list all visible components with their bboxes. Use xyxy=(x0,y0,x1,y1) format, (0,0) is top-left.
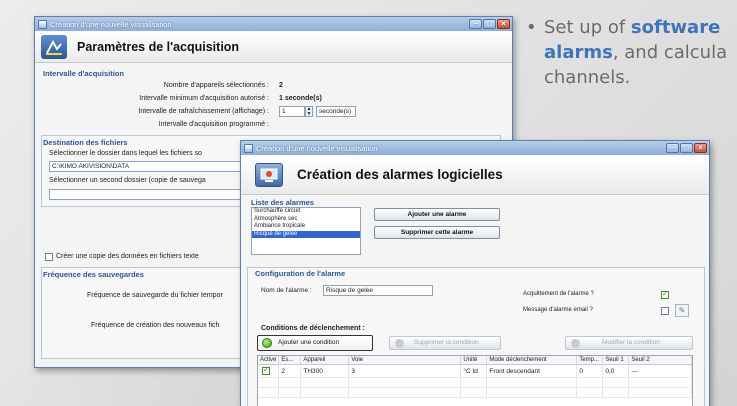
refresh-spinner[interactable]: ▲ ▼ xyxy=(305,106,313,117)
copy-text-label: Créer une copie des données en fichiers … xyxy=(56,253,199,260)
column-header[interactable]: Voie xyxy=(348,356,462,365)
minimize-button[interactable]: – xyxy=(469,19,482,29)
table-cell: 0 xyxy=(576,364,604,378)
table-cell: --- xyxy=(628,364,692,378)
maximize-button[interactable]: □ xyxy=(483,19,496,29)
active-cell[interactable] xyxy=(258,364,280,378)
min-interval-label: Intervalle minimum d'acquisition autoris… xyxy=(139,95,269,102)
files-destination-section: Destination des fichiers xyxy=(43,138,128,147)
second-folder-label: Sélectionner un second dossier (copie de… xyxy=(49,177,206,184)
app-icon xyxy=(38,19,47,29)
column-header[interactable]: Mode déclenchement xyxy=(486,356,578,365)
row-active-checkbox[interactable] xyxy=(262,365,270,375)
add-condition-label: Ajouter une condition xyxy=(278,339,340,346)
folder-label: Sélectionner le dossier dans lequel les … xyxy=(49,150,202,157)
bullet-line-2: alarms, and calcula xyxy=(544,41,727,65)
table-cell: 2 xyxy=(278,364,302,378)
trigger-conditions-section: Conditions de déclenchement : xyxy=(261,325,365,332)
alarm-list-item[interactable]: Atmosphère sec xyxy=(252,216,360,224)
second-folder-input[interactable] xyxy=(49,189,269,200)
column-header[interactable]: Temp... xyxy=(576,356,604,365)
alarm-list-section: Liste des alarmes xyxy=(251,198,314,207)
conditions-table: Active Es... Appareil Voie Unité Mode dé… xyxy=(257,355,693,406)
new-files-label: Fréquence de création des nouveaux fich xyxy=(91,322,220,329)
edit-condition-label: Modifier la condition xyxy=(602,339,660,346)
bullet-bold: alarms xyxy=(544,42,613,63)
close-button[interactable]: × xyxy=(694,143,707,153)
alarm-name-input[interactable]: Risque de gelée xyxy=(323,285,433,296)
acknowledge-label: Acquittement de l'alarme ? xyxy=(523,291,594,297)
column-header[interactable]: Es... xyxy=(278,356,302,365)
bullet-line-1: Set up of software xyxy=(544,16,720,40)
title-bar: Création d'une nouvelle visualisation – … xyxy=(241,141,709,155)
maximize-button[interactable]: □ xyxy=(680,143,693,153)
page-title: Création des alarmes logicielles xyxy=(297,167,503,182)
bullet-text: channels. xyxy=(544,67,631,88)
table-cell: 3 xyxy=(348,364,462,378)
table-row[interactable]: 2 TH300 3 °C td Front descendant 0 0,0 -… xyxy=(258,364,692,378)
bullet-text: Set up of xyxy=(544,17,631,38)
programmed-interval-label: Intervalle d'acquisition programmé : xyxy=(158,121,269,128)
minimize-button[interactable]: – xyxy=(666,143,679,153)
table-header-row: Active Es... Appareil Voie Unité Mode dé… xyxy=(258,356,692,365)
table-cell: °C td xyxy=(460,364,488,378)
alarm-list-item[interactable]: Surchauffe circuit xyxy=(252,208,360,216)
email-message-label: Message d'alarme email ? xyxy=(523,307,593,313)
title-bar: Création d'une nouvelle visualisation – … xyxy=(35,17,512,31)
refresh-unit-select[interactable]: seconde(s) xyxy=(316,106,356,117)
alarm-icon xyxy=(255,162,283,187)
delete-icon xyxy=(395,339,404,348)
data-folder-input[interactable]: C:\KIMO AKIVISION\DATA xyxy=(49,161,269,172)
device-count-value: 2 xyxy=(279,82,283,89)
bullet-dot: • xyxy=(526,17,537,38)
delete-condition-label: Supprimer la condition xyxy=(414,339,479,346)
acquisition-icon xyxy=(41,34,67,59)
refresh-interval-label: Intervalle de rafraîchissement (affichag… xyxy=(138,108,269,115)
email-settings-icon[interactable]: ✎ xyxy=(675,304,689,317)
window-header: Paramètres de l'acquisition xyxy=(35,31,512,63)
alarm-config-section: Configuration de l'alarme xyxy=(255,269,346,278)
min-interval-value: 1 seconde(s) xyxy=(279,95,322,102)
table-cell: TH300 xyxy=(300,364,350,378)
column-header[interactable]: Unité xyxy=(460,356,488,365)
app-icon xyxy=(244,143,253,153)
column-header[interactable]: Seuil 1 xyxy=(602,356,630,365)
column-header[interactable]: Seuil 2 xyxy=(628,356,692,365)
temp-save-label: Fréquence de sauvegarde du fichier tempo… xyxy=(87,292,223,299)
delete-alarm-button[interactable]: Supprimer cette alarme xyxy=(374,226,500,239)
table-cell: Front descendant xyxy=(486,364,578,378)
add-icon xyxy=(262,338,272,348)
bullet-line-3: channels. xyxy=(544,66,630,90)
bullet-text: , and calcula xyxy=(612,42,728,63)
window-title: Création d'une nouvelle visualisation xyxy=(50,19,172,29)
add-alarm-button[interactable]: Ajouter une alarme xyxy=(374,208,500,221)
copy-text-checkbox[interactable] xyxy=(45,253,53,261)
empty-table-row xyxy=(258,377,692,388)
acknowledge-checkbox[interactable] xyxy=(661,289,669,299)
edit-condition-button[interactable]: Modifier la condition xyxy=(565,336,693,350)
bullet-bold: software xyxy=(630,17,721,38)
alarm-list-item[interactable]: Ambiance tropicale xyxy=(252,223,360,231)
window-header: Création des alarmes logicielles xyxy=(241,155,709,195)
close-button[interactable]: × xyxy=(497,19,510,29)
page-title: Paramètres de l'acquisition xyxy=(77,39,240,54)
alarm-list[interactable]: Surchauffe circuit Atmosphère sec Ambian… xyxy=(251,207,361,255)
empty-table-row xyxy=(258,387,692,398)
window-title: Création d'une nouvelle visualisation xyxy=(256,143,378,153)
alarms-window: Création d'une nouvelle visualisation – … xyxy=(240,140,710,406)
save-frequency-section: Fréquence des sauvegardes xyxy=(43,270,144,279)
delete-condition-button[interactable]: Supprimer la condition xyxy=(389,336,501,350)
edit-icon xyxy=(571,339,580,348)
table-cell: 0,0 xyxy=(602,364,630,378)
add-condition-button[interactable]: Ajouter une condition xyxy=(257,335,373,351)
alarm-list-item-selected[interactable]: Risque de gelée xyxy=(252,230,360,238)
alarm-name-label: Nom de l'alarme : xyxy=(261,287,312,294)
acquisition-interval-section: Intervalle d'acquisition xyxy=(43,69,124,78)
refresh-interval-input[interactable]: 1 xyxy=(279,106,305,117)
column-header[interactable]: Appareil xyxy=(300,356,350,365)
email-message-checkbox[interactable] xyxy=(661,307,669,315)
column-header[interactable]: Active xyxy=(258,356,280,365)
device-count-label: Nombre d'appareils sélectionnés : xyxy=(163,82,269,89)
